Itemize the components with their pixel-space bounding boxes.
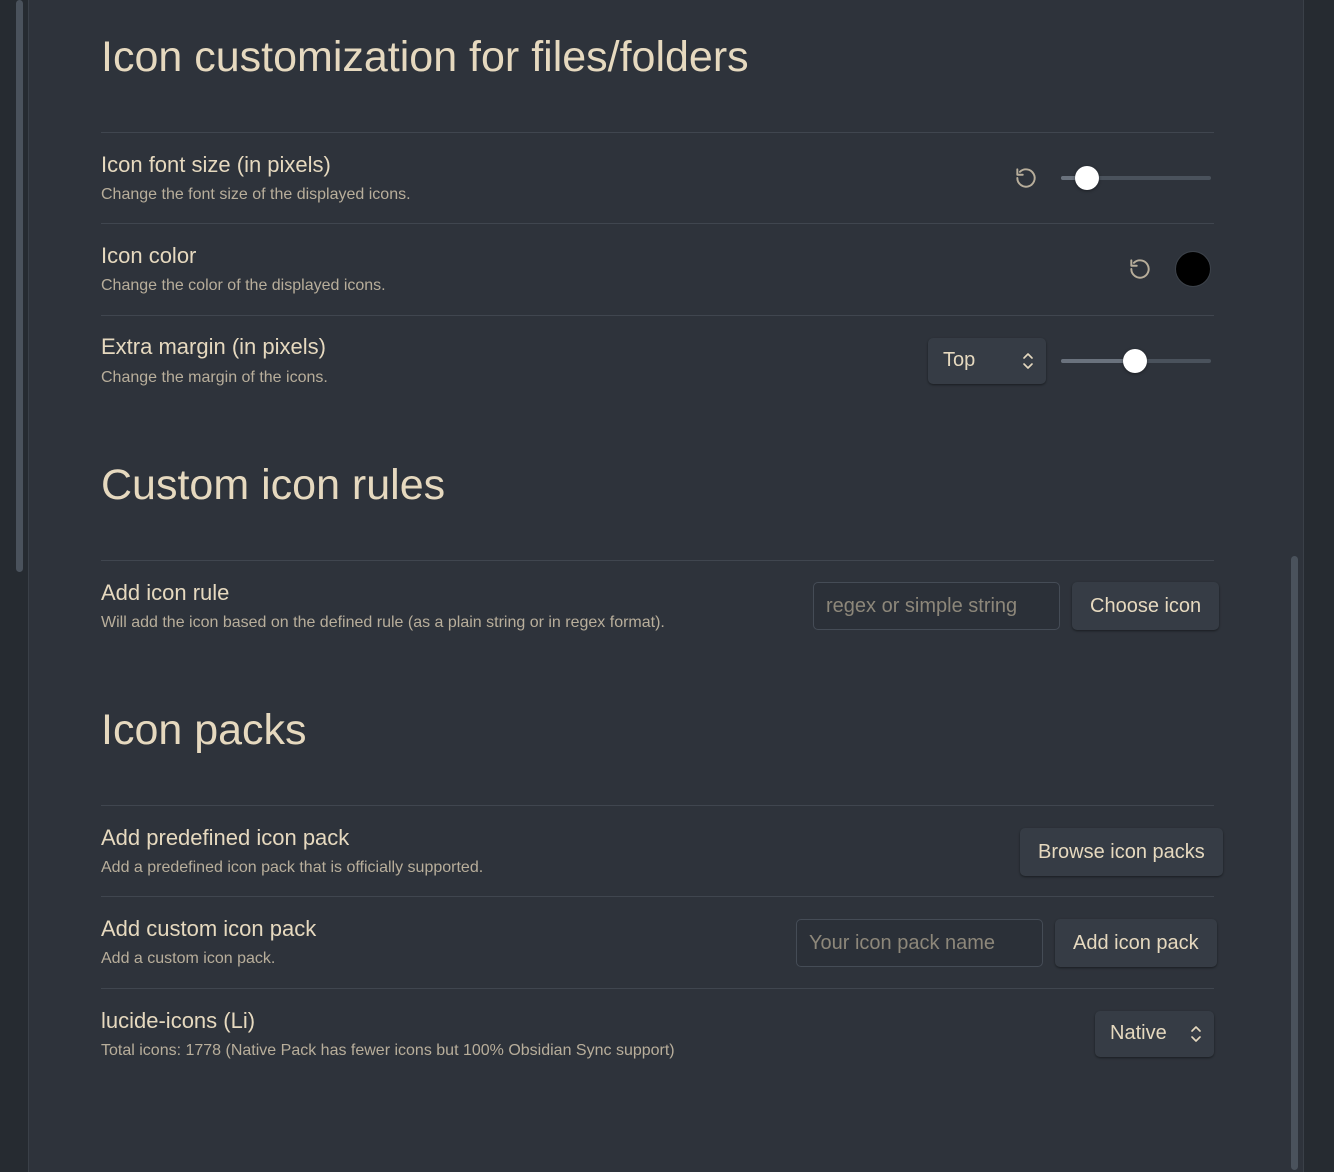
divider xyxy=(101,805,1214,806)
section-title-packs: Icon packs xyxy=(101,706,307,754)
setting-name-extra-margin: Extra margin (in pixels) xyxy=(101,334,326,359)
setting-name-predefined-pack: Add predefined icon pack xyxy=(101,825,350,850)
chevron-up-down-icon xyxy=(1191,1026,1201,1042)
add-icon-pack-button[interactable]: Add icon pack xyxy=(1055,919,1217,967)
setting-desc-predefined-pack: Add a predefined icon pack that is offic… xyxy=(101,859,484,876)
setting-desc-extra-margin: Change the margin of the icons. xyxy=(101,369,328,386)
reset-icon[interactable] xyxy=(1013,165,1039,191)
setting-desc-font-size: Change the font size of the displayed ic… xyxy=(101,186,411,203)
divider xyxy=(101,132,1214,133)
divider xyxy=(101,560,1214,561)
choose-icon-button[interactable]: Choose icon xyxy=(1072,582,1220,630)
rule-input[interactable] xyxy=(813,582,1060,630)
setting-desc-custom-pack: Add a custom icon pack. xyxy=(101,950,276,967)
setting-name-custom-pack: Add custom icon pack xyxy=(101,916,317,941)
chevron-up-down-icon xyxy=(1023,353,1033,369)
setting-desc-icon-color: Change the color of the displayed icons. xyxy=(101,277,386,294)
icon-pack-name-input[interactable] xyxy=(796,919,1043,967)
slider-thumb[interactable] xyxy=(1074,166,1099,190)
setting-desc-add-rule: Will add the icon based on the defined r… xyxy=(101,614,665,631)
left-gutter xyxy=(0,0,28,1172)
slider-thumb[interactable] xyxy=(1122,349,1147,373)
right-scrollbar[interactable] xyxy=(1291,556,1298,1170)
section-title-customization: Icon customization for files/folders xyxy=(101,33,749,81)
browse-icon-packs-button[interactable]: Browse icon packs xyxy=(1020,828,1223,876)
setting-name-icon-color: Icon color xyxy=(101,243,197,268)
setting-desc-lucide-pack: Total icons: 1778 (Native Pack has fewer… xyxy=(101,1042,675,1059)
color-picker-swatch[interactable] xyxy=(1175,251,1211,287)
lucide-mode-dropdown[interactable]: Native xyxy=(1095,1011,1214,1057)
divider xyxy=(101,223,1214,224)
margin-position-dropdown[interactable]: Top xyxy=(928,338,1046,384)
left-scrollbar[interactable] xyxy=(16,0,23,572)
setting-name-add-rule: Add icon rule xyxy=(101,580,230,605)
section-title-rules: Custom icon rules xyxy=(101,461,446,509)
divider xyxy=(101,988,1214,989)
margin-slider[interactable] xyxy=(1061,349,1211,373)
setting-name-lucide-pack: lucide-icons (Li) xyxy=(101,1008,256,1033)
divider xyxy=(101,315,1214,316)
setting-name-font-size: Icon font size (in pixels) xyxy=(101,152,331,177)
dropdown-value: Native xyxy=(1110,1022,1167,1044)
font-size-slider[interactable] xyxy=(1061,166,1211,190)
divider xyxy=(101,896,1214,897)
dropdown-value: Top xyxy=(943,349,976,371)
reset-icon[interactable] xyxy=(1127,256,1153,282)
